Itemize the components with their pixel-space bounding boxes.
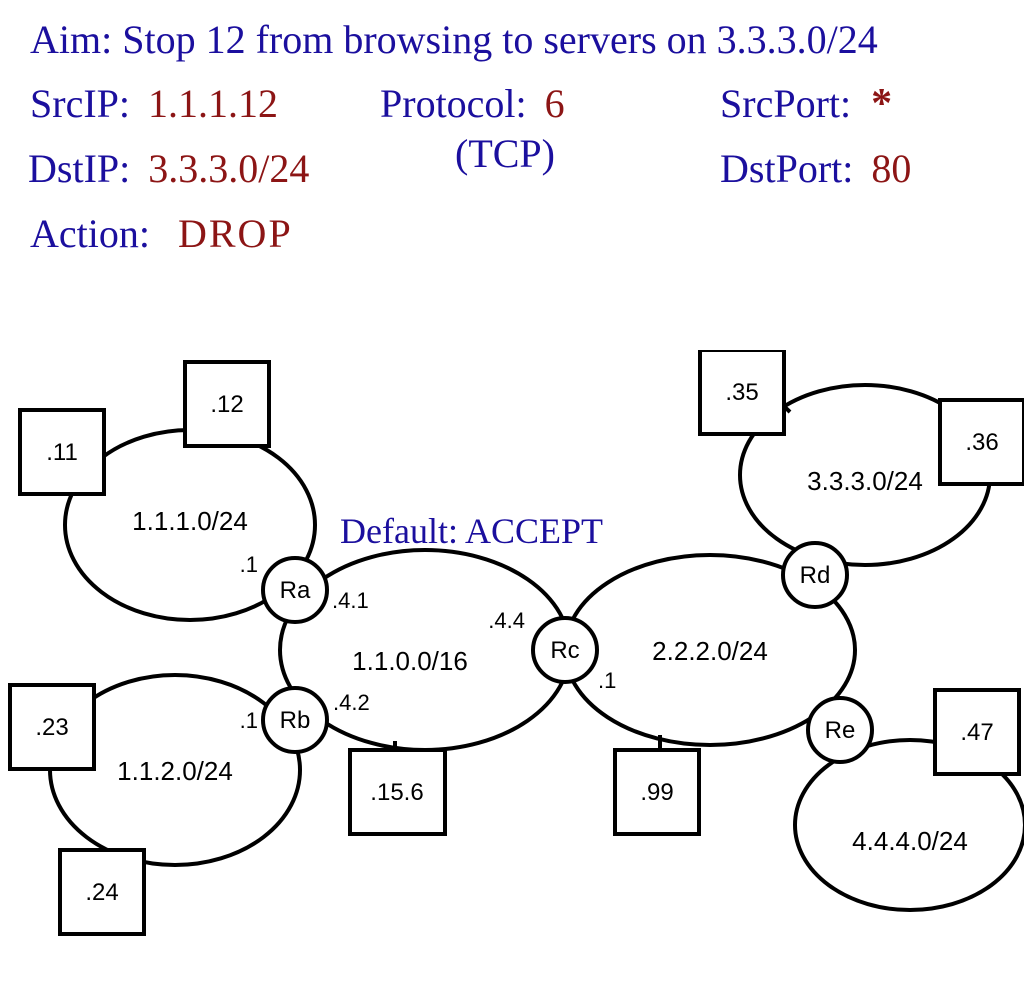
protocol-value: 6 (545, 81, 565, 126)
subnet-2-2-2-label: 2.2.2.0/24 (652, 636, 768, 666)
iface-rb-left: .1 (240, 708, 258, 733)
host-36-label: .36 (965, 429, 998, 456)
canvas: Aim: Stop 12 from browsing to servers on… (0, 0, 1024, 1008)
dstip-value: 3.3.3.0/24 (148, 146, 309, 191)
dstip-field: DstIP: 3.3.3.0/24 (28, 145, 309, 192)
dstport-label: DstPort: (720, 146, 853, 191)
host-35-label: .35 (725, 379, 758, 406)
subnet-1-1-1-label: 1.1.1.0/24 (132, 506, 248, 536)
aim-text: Stop 12 from browsing to servers on 3.3.… (122, 17, 878, 62)
host-12-label: .12 (210, 391, 243, 418)
host-156-label: .15.6 (370, 779, 423, 806)
srcport-value: * (871, 81, 892, 127)
iface-ra-left: .1 (240, 552, 258, 577)
srcip-label: SrcIP: (30, 81, 130, 126)
router-rb-label: Rb (280, 707, 311, 734)
dstport-field: DstPort: 80 (720, 145, 911, 192)
iface-rc-right: .1 (598, 668, 616, 693)
host-99-label: .99 (640, 779, 673, 806)
srcport-label: SrcPort: (720, 81, 851, 126)
iface-ra-right: .4.1 (332, 588, 369, 613)
srcip-field: SrcIP: 1.1.1.12 (30, 80, 278, 127)
host-11-label: .11 (46, 439, 78, 466)
protocol-note: (TCP) (455, 130, 555, 177)
network-diagram: 1.1.1.0/24 1.1.2.0/24 1.1.0.0/16 2.2.2.0… (0, 350, 1024, 1008)
dstip-label: DstIP: (28, 146, 130, 191)
subnet-3-3-3-label: 3.3.3.0/24 (807, 466, 923, 496)
router-ra-label: Ra (280, 577, 311, 604)
iface-rb-right: .4.2 (333, 690, 370, 715)
protocol-label: Protocol: (380, 81, 527, 126)
action-value: DROP (178, 211, 293, 256)
protocol-field: Protocol: 6 (380, 80, 565, 127)
router-rc-label: Rc (550, 637, 579, 664)
router-rd-label: Rd (800, 562, 831, 589)
subnet-core-label: 1.1.0.0/16 (352, 646, 468, 676)
aim-line: Aim: Stop 12 from browsing to servers on… (30, 16, 878, 63)
router-re-label: Re (825, 717, 856, 744)
host-47-label: .47 (960, 719, 993, 746)
srcport-field: SrcPort: * (720, 80, 892, 128)
host-23-label: .23 (35, 714, 68, 741)
srcip-value: 1.1.1.12 (148, 81, 278, 126)
dstport-value: 80 (871, 146, 911, 191)
aim-label: Aim: (30, 17, 112, 62)
iface-rc-left: .4.4 (488, 608, 525, 633)
action-field: Action: DROP (30, 210, 293, 257)
action-label: Action: (30, 211, 150, 256)
subnet-4-4-4-label: 4.4.4.0/24 (852, 826, 968, 856)
host-24-label: .24 (85, 879, 118, 906)
subnet-1-1-2-label: 1.1.2.0/24 (117, 756, 233, 786)
